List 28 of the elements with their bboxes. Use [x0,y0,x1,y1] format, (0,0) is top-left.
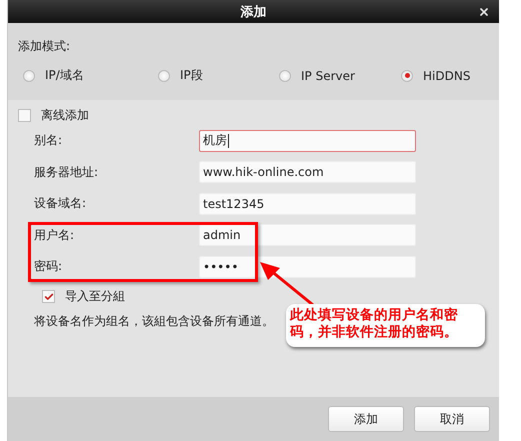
input-field[interactable]: www.hik-online.com [199,161,416,184]
radio-label: IP/域名 [45,67,84,84]
dialog-button[interactable]: 取消 [414,406,490,432]
radio-button[interactable] [23,70,35,82]
field-label: 别名: [34,132,64,150]
radio-button[interactable] [279,70,291,82]
checkbox[interactable] [42,290,55,303]
checkbox[interactable] [18,108,31,122]
note-text: 将设备名作为组名，该組包含设备所有通道。 [34,312,274,330]
annotation-callout: 此处填写设备的用户名和密码，并非软件注册的密码。 [286,304,485,347]
window-title: 添加 [240,4,266,20]
input-field[interactable]: test12345 [199,192,416,215]
mode-label: 添加模式: [18,38,72,55]
radio-button[interactable] [158,70,170,82]
input-field[interactable]: 机房 [199,130,416,152]
input-field[interactable]: ••••• [199,256,416,278]
radio-button[interactable] [401,70,413,82]
radio-label: IP Server [301,68,355,82]
input-field[interactable]: admin [199,224,416,246]
checkbox-label: 导入至分組 [65,288,125,305]
checkbox-label: 离线添加 [41,106,89,124]
radio-label: IP段 [180,67,203,84]
field-label: 服务器地址: [34,164,100,181]
field-label: 密码: [34,258,64,276]
dialog-button[interactable]: 添加 [328,406,404,432]
field-label: 设备域名: [34,195,88,212]
field-label: 用户名: [34,226,76,244]
radio-label: HiDDNS [423,68,470,82]
